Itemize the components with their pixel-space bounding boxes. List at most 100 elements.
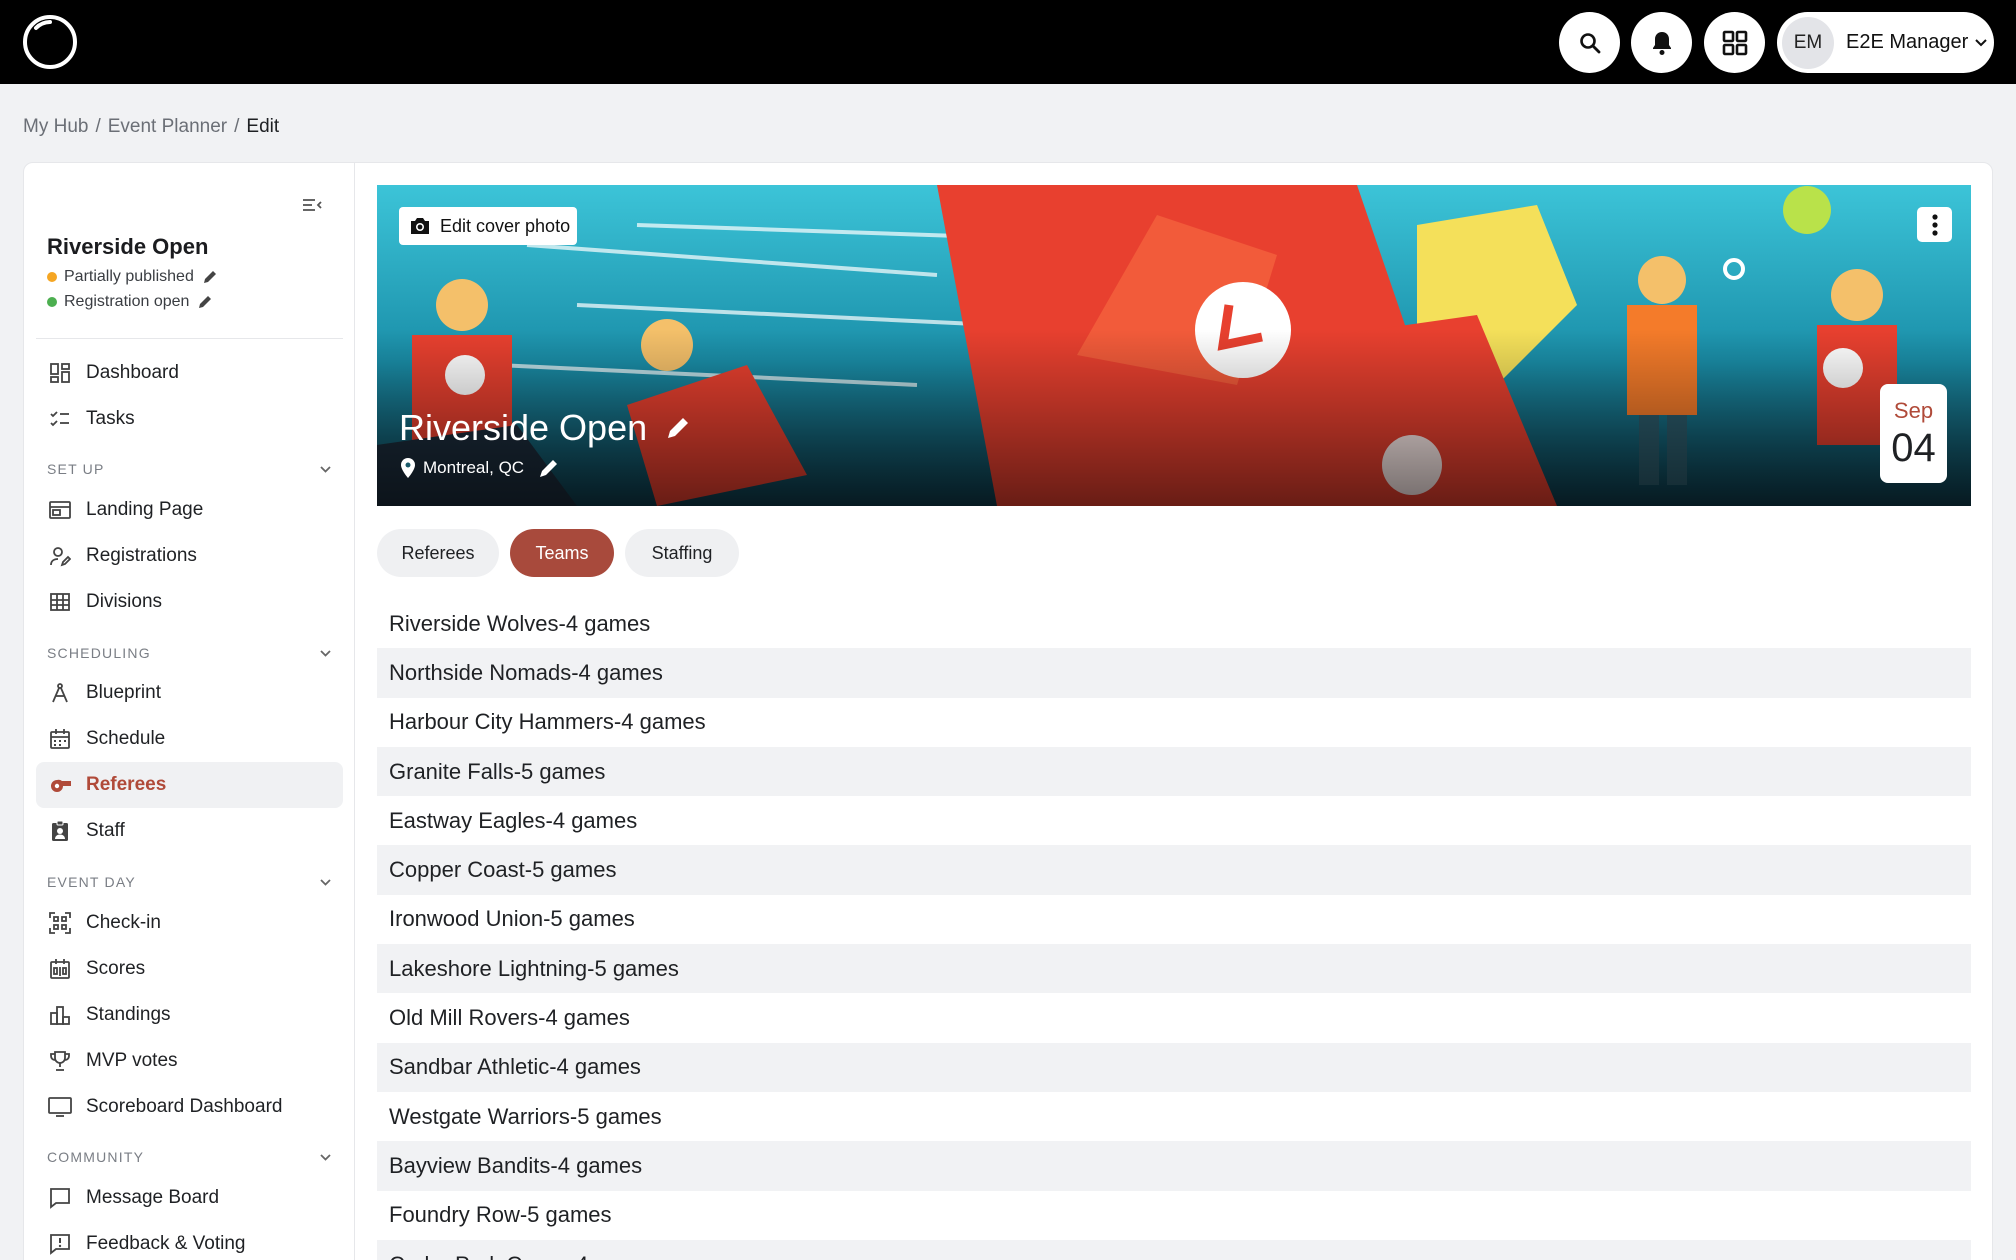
sidebar-item-label: Scores	[86, 958, 146, 979]
sidebar-item-tasks[interactable]: Tasks	[36, 396, 343, 442]
podium-icon	[48, 1003, 72, 1027]
section-header-community[interactable]: COMMUNITY	[47, 1149, 332, 1165]
edit-cover-photo-button[interactable]: Edit cover photo	[399, 207, 578, 245]
tab-teams[interactable]: Teams	[510, 529, 614, 577]
sidebar-item-label: Schedule	[86, 728, 166, 749]
section-header-setup[interactable]: SET UP	[47, 461, 332, 477]
section-header-event-day[interactable]: EVENT DAY	[47, 874, 332, 890]
event-date-badge: Sep 04	[1880, 384, 1947, 483]
list-item[interactable]: Harbour City Hammers-4 games	[377, 698, 1971, 747]
sidebar-item-schedule[interactable]: Schedule	[36, 716, 343, 762]
sidebar-item-label: Scoreboard Dashboard	[86, 1096, 283, 1117]
list-item[interactable]: Lakeshore Lightning-5 games	[377, 944, 1971, 994]
list-item[interactable]: Westgate Warriors-5 games	[377, 1092, 1971, 1141]
sidebar-item-label: Feedback & Voting	[86, 1233, 246, 1254]
edit-pencil-icon[interactable]	[202, 269, 218, 285]
sidebar-item-feedback-voting[interactable]: Feedback & Voting	[36, 1221, 343, 1260]
tab-referees[interactable]: Referees	[377, 529, 499, 577]
search-button[interactable]	[1559, 12, 1620, 73]
chevron-down-icon	[320, 465, 331, 473]
section-header-scheduling[interactable]: SCHEDULING	[47, 645, 332, 661]
sidebar-item-mvp-votes[interactable]: MVP votes	[36, 1038, 343, 1084]
publish-status-label: Partially published	[64, 268, 194, 285]
tab-bar: Referees Teams Staffing	[377, 529, 739, 577]
camera-icon	[411, 218, 429, 234]
table-grid-icon	[48, 590, 72, 614]
breadcrumb-event-planner[interactable]: Event Planner	[108, 116, 227, 138]
sidebar-item-registrations[interactable]: Registrations	[36, 533, 343, 579]
kebab-menu-icon	[1931, 213, 1938, 236]
user-menu[interactable]: EM E2E Manager	[1777, 12, 1994, 73]
bell-icon	[1652, 31, 1671, 55]
sidebar-item-staff[interactable]: Staff	[36, 808, 343, 854]
section-label: SET UP	[47, 461, 105, 477]
calendar-icon	[48, 727, 72, 751]
sidebar-item-standings[interactable]: Standings	[36, 992, 343, 1038]
list-item[interactable]: Riverside Wolves-4 games	[377, 599, 1971, 648]
breadcrumb-current: Edit	[246, 116, 280, 137]
publish-status: Partially published	[47, 268, 218, 286]
sidebar-item-label: Message Board	[86, 1187, 220, 1208]
sidebar-item-label: Divisions	[86, 591, 163, 612]
qr-scan-icon	[48, 911, 72, 935]
divider	[36, 338, 343, 339]
collapse-sidebar-icon[interactable]	[300, 193, 324, 217]
apps-button[interactable]	[1704, 12, 1765, 73]
sidebar-item-label: Registrations	[86, 545, 197, 566]
sidebar-item-scoreboard-dashboard[interactable]: Scoreboard Dashboard	[36, 1084, 343, 1130]
edit-pencil-icon[interactable]	[197, 294, 213, 310]
breadcrumb-my-hub[interactable]: My Hub	[23, 116, 88, 138]
list-item[interactable]: Northside Nomads-4 games	[377, 648, 1971, 698]
status-dot	[47, 272, 57, 282]
event-title: Riverside Open	[47, 234, 209, 259]
sidebar-item-referees[interactable]: Referees	[36, 762, 343, 808]
section-label: SCHEDULING	[47, 645, 151, 661]
cover-event-title: Riverside Open	[399, 407, 691, 449]
app-logo-icon[interactable]	[22, 14, 78, 70]
list-item[interactable]: Copper Coast-5 games	[377, 845, 1971, 895]
sidebar-item-dashboard[interactable]: Dashboard	[36, 350, 343, 396]
sidebar-item-label: Dashboard	[86, 362, 179, 383]
list-item[interactable]: Sandbar Athletic-4 games	[377, 1042, 1971, 1092]
edit-pencil-icon[interactable]	[538, 457, 560, 479]
chevron-down-icon	[320, 649, 331, 657]
breadcrumb-separator: /	[234, 116, 240, 137]
list-item[interactable]: Granite Falls-5 games	[377, 746, 1971, 797]
list-item[interactable]: Bayview Bandits-4 games	[377, 1141, 1971, 1191]
section-label: EVENT DAY	[47, 874, 136, 890]
list-item[interactable]: Foundry Row-5 games	[377, 1191, 1971, 1240]
sidebar-item-message-board[interactable]: Message Board	[36, 1175, 343, 1221]
edit-pencil-icon[interactable]	[665, 415, 691, 441]
web-page-icon	[48, 498, 72, 522]
list-item[interactable]: Cedar Park Crows-4 games	[377, 1239, 1971, 1260]
sidebar-item-checkin[interactable]: Check-in	[36, 900, 343, 946]
whistle-icon	[48, 773, 72, 797]
chevron-down-icon	[1975, 38, 1988, 46]
badge-icon	[48, 819, 72, 843]
chevron-down-icon	[320, 878, 331, 886]
cover-photo: Edit cover photo Riverside Open Montreal…	[377, 185, 1971, 506]
top-bar: EM E2E Manager	[0, 0, 2016, 84]
avatar: EM	[1782, 16, 1834, 69]
sidebar-item-landing-page[interactable]: Landing Page	[36, 487, 343, 533]
sidebar-item-blueprint[interactable]: Blueprint	[36, 670, 343, 716]
breadcrumb-separator: /	[95, 116, 101, 137]
tab-staffing[interactable]: Staffing	[625, 529, 739, 577]
trophy-icon	[48, 1049, 72, 1073]
more-options-button[interactable]	[1917, 207, 1952, 242]
monitor-icon	[48, 1095, 72, 1119]
cover-illustration	[377, 185, 1971, 506]
list-item[interactable]: Eastway Eagles-4 games	[377, 796, 1971, 845]
sidebar-item-divisions[interactable]: Divisions	[36, 579, 343, 625]
list-item[interactable]: Ironwood Union-5 games	[377, 895, 1971, 944]
location-text: Montreal, QC	[423, 458, 525, 477]
sidebar-item-label: Landing Page	[86, 499, 204, 520]
list-item[interactable]: Old Mill Rovers-4 games	[377, 993, 1971, 1042]
dashboard-icon	[48, 361, 72, 385]
edit-cover-label: Edit cover photo	[440, 215, 571, 236]
sidebar-item-scores[interactable]: Scores	[36, 946, 343, 992]
chevron-down-icon	[320, 1153, 331, 1161]
user-name: E2E Manager	[1846, 31, 1969, 53]
notifications-button[interactable]	[1631, 12, 1692, 73]
sidebar: Riverside Open Partially published Regis…	[24, 163, 355, 1260]
